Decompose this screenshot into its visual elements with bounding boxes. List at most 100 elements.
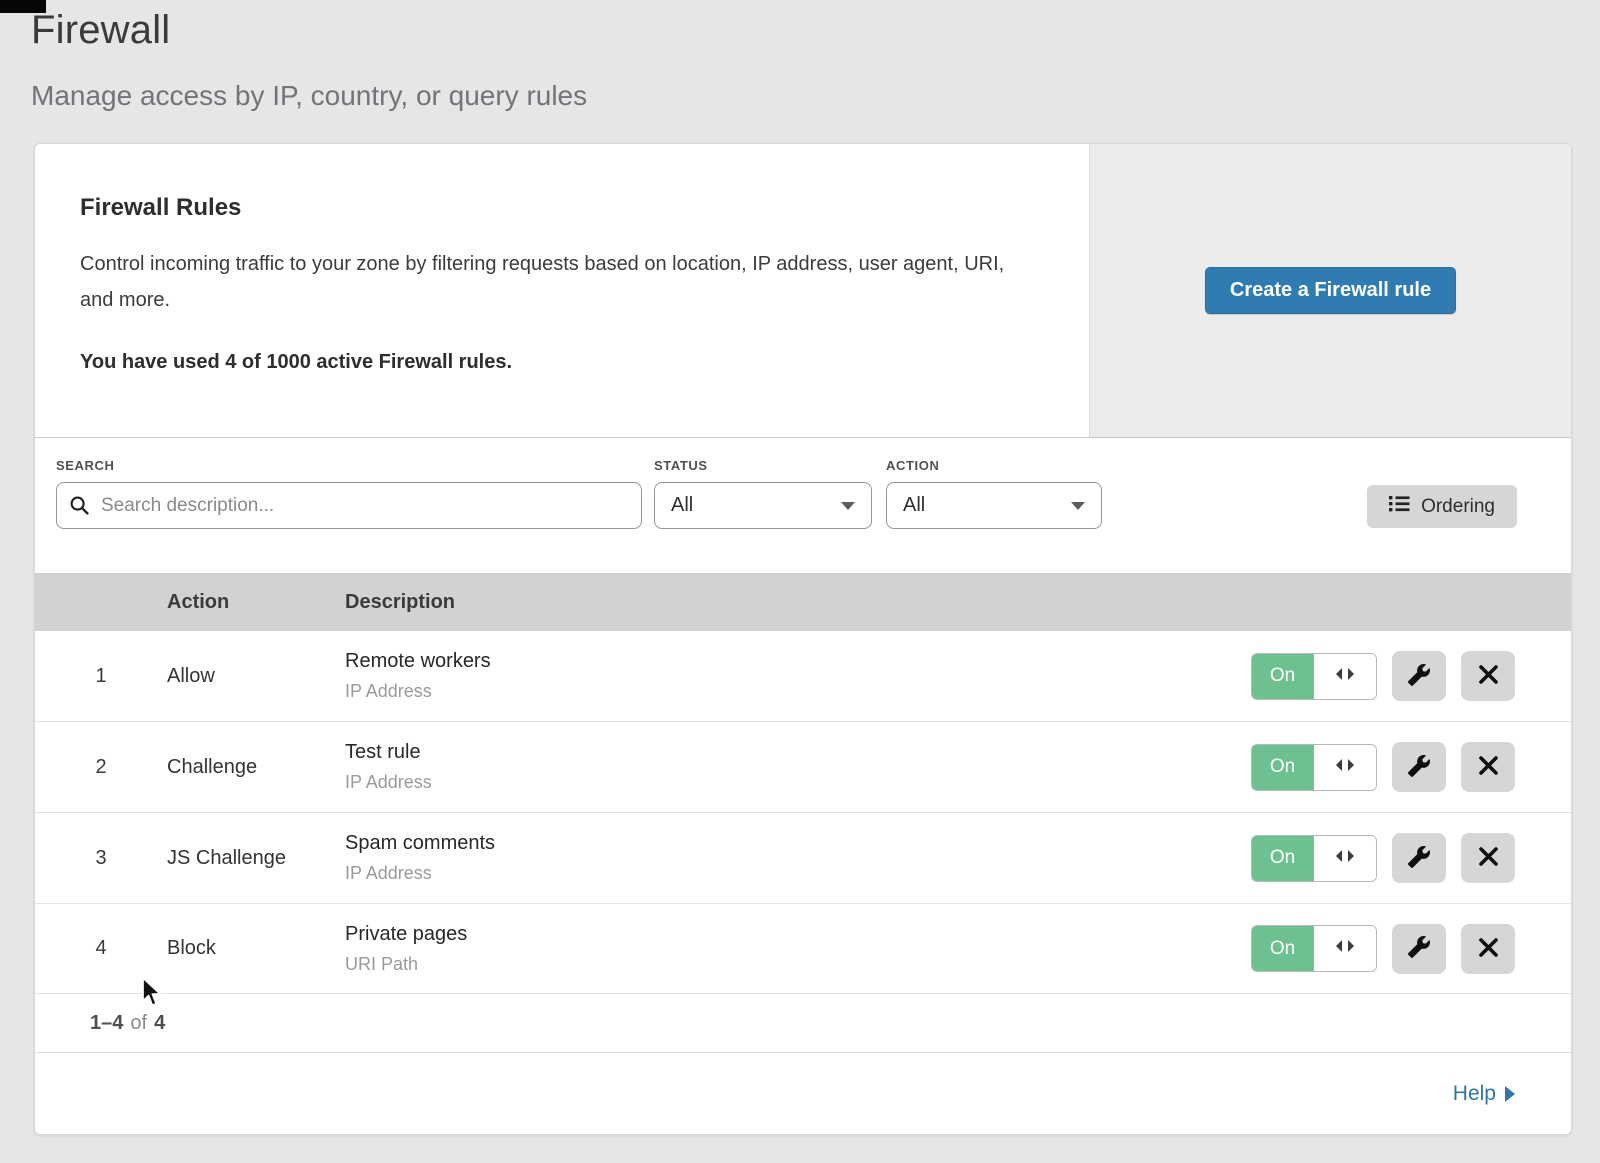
status-label: STATUS xyxy=(654,458,872,473)
list-ordering-icon xyxy=(1389,495,1410,518)
table-header: Action Description xyxy=(35,573,1571,631)
rule-action: Allow xyxy=(167,665,345,688)
rule-enabled-toggle[interactable]: On xyxy=(1251,744,1377,791)
ordering-button-label: Ordering xyxy=(1421,496,1495,518)
toggle-on-label[interactable]: On xyxy=(1252,745,1314,790)
rule-controls: On xyxy=(1251,833,1571,883)
chevron-down-icon xyxy=(1071,502,1085,510)
table-row: 3 JS Challenge Spam comments IP Address … xyxy=(35,813,1571,904)
close-icon xyxy=(1479,756,1498,778)
toggle-on-label[interactable]: On xyxy=(1252,654,1314,699)
help-arrow-icon xyxy=(1505,1086,1515,1102)
rule-enabled-toggle[interactable]: On xyxy=(1251,653,1377,700)
usage-line: You have used 4 of 1000 active Firewall … xyxy=(80,351,1051,374)
search-field-group: SEARCH xyxy=(56,458,642,529)
rule-priority: 4 xyxy=(35,937,167,960)
toggle-handle[interactable] xyxy=(1314,836,1376,881)
rule-description: Spam comments xyxy=(345,832,1251,855)
edit-rule-button[interactable] xyxy=(1392,651,1446,701)
ordering-button[interactable]: Ordering xyxy=(1367,485,1517,528)
rule-action: Challenge xyxy=(167,756,345,779)
table-row: 2 Challenge Test rule IP Address On xyxy=(35,722,1571,813)
action-label: ACTION xyxy=(886,458,1102,473)
toggle-arrows-icon xyxy=(1334,849,1356,868)
rule-priority: 3 xyxy=(35,847,167,870)
firewall-rules-intro: Firewall Rules Control incoming traffic … xyxy=(35,144,1091,437)
rule-action: Block xyxy=(167,937,345,960)
status-selected-value: All xyxy=(671,494,693,517)
pagination-total: 4 xyxy=(154,1012,165,1035)
action-field-group: ACTION All xyxy=(886,458,1102,529)
search-label: SEARCH xyxy=(56,458,642,473)
rule-description-cell: Test rule IP Address xyxy=(345,741,1251,793)
page-title: Firewall xyxy=(31,8,170,53)
edit-rule-button[interactable] xyxy=(1392,742,1446,792)
rule-priority: 1 xyxy=(35,665,167,688)
toggle-arrows-icon xyxy=(1334,667,1356,686)
chevron-down-icon xyxy=(841,502,855,510)
help-link-label: Help xyxy=(1453,1082,1496,1106)
toggle-arrows-icon xyxy=(1334,758,1356,777)
delete-rule-button[interactable] xyxy=(1461,651,1515,701)
wrench-icon xyxy=(1408,936,1430,961)
rule-action: JS Challenge xyxy=(167,847,345,870)
edit-rule-button[interactable] xyxy=(1392,924,1446,974)
search-input[interactable] xyxy=(56,482,642,529)
card-top-section: Firewall Rules Control incoming traffic … xyxy=(35,144,1571,438)
firewall-rules-card: Firewall Rules Control incoming traffic … xyxy=(34,143,1572,1135)
rule-description: Test rule xyxy=(345,741,1251,764)
rule-priority: 2 xyxy=(35,756,167,779)
rule-match-type: IP Address xyxy=(345,681,1251,702)
close-icon xyxy=(1479,847,1498,869)
panel-description: Control incoming traffic to your zone by… xyxy=(80,246,1025,318)
page-subtitle: Manage access by IP, country, or query r… xyxy=(31,80,587,112)
help-link[interactable]: Help xyxy=(1453,1082,1515,1106)
delete-rule-button[interactable] xyxy=(1461,833,1515,883)
table-row: 1 Allow Remote workers IP Address On xyxy=(35,631,1571,722)
rule-description-cell: Remote workers IP Address xyxy=(345,650,1251,702)
wrench-icon xyxy=(1408,664,1430,689)
column-header-action: Action xyxy=(167,591,345,614)
rule-controls: On xyxy=(1251,651,1571,701)
pagination-of: of xyxy=(130,1012,147,1035)
delete-rule-button[interactable] xyxy=(1461,924,1515,974)
column-header-description: Description xyxy=(345,591,1571,614)
rule-description-cell: Private pages URI Path xyxy=(345,923,1251,975)
wrench-icon xyxy=(1408,755,1430,780)
pagination: 1–4 of 4 xyxy=(35,994,1571,1053)
close-icon xyxy=(1479,665,1498,687)
status-field-group: STATUS All xyxy=(654,458,872,529)
cta-area: Create a Firewall rule xyxy=(1089,144,1571,437)
toggle-arrows-icon xyxy=(1334,939,1356,958)
status-select[interactable]: All xyxy=(654,482,872,529)
panel-title: Firewall Rules xyxy=(80,194,1051,222)
toggle-on-label[interactable]: On xyxy=(1252,926,1314,971)
rules-table-body: 1 Allow Remote workers IP Address On xyxy=(35,631,1571,994)
search-icon xyxy=(70,496,89,515)
rule-match-type: URI Path xyxy=(345,954,1251,975)
action-selected-value: All xyxy=(903,494,925,517)
rule-enabled-toggle[interactable]: On xyxy=(1251,925,1377,972)
toggle-on-label[interactable]: On xyxy=(1252,836,1314,881)
table-row: 4 Block Private pages URI Path On xyxy=(35,904,1571,994)
rule-description-cell: Spam comments IP Address xyxy=(345,832,1251,884)
create-firewall-rule-button[interactable]: Create a Firewall rule xyxy=(1205,267,1456,314)
wrench-icon xyxy=(1408,846,1430,871)
toggle-handle[interactable] xyxy=(1314,654,1376,699)
rule-match-type: IP Address xyxy=(345,863,1251,884)
filter-bar: SEARCH STATUS All ACTION All xyxy=(35,438,1571,573)
toggle-handle[interactable] xyxy=(1314,926,1376,971)
close-icon xyxy=(1479,938,1498,960)
toggle-handle[interactable] xyxy=(1314,745,1376,790)
help-row: Help xyxy=(35,1053,1571,1134)
rule-match-type: IP Address xyxy=(345,772,1251,793)
delete-rule-button[interactable] xyxy=(1461,742,1515,792)
edit-rule-button[interactable] xyxy=(1392,833,1446,883)
rule-controls: On xyxy=(1251,742,1571,792)
rule-description: Remote workers xyxy=(345,650,1251,673)
pagination-range: 1–4 xyxy=(90,1012,123,1035)
action-select[interactable]: All xyxy=(886,482,1102,529)
rule-description: Private pages xyxy=(345,923,1251,946)
rule-enabled-toggle[interactable]: On xyxy=(1251,835,1377,882)
rule-controls: On xyxy=(1251,924,1571,974)
